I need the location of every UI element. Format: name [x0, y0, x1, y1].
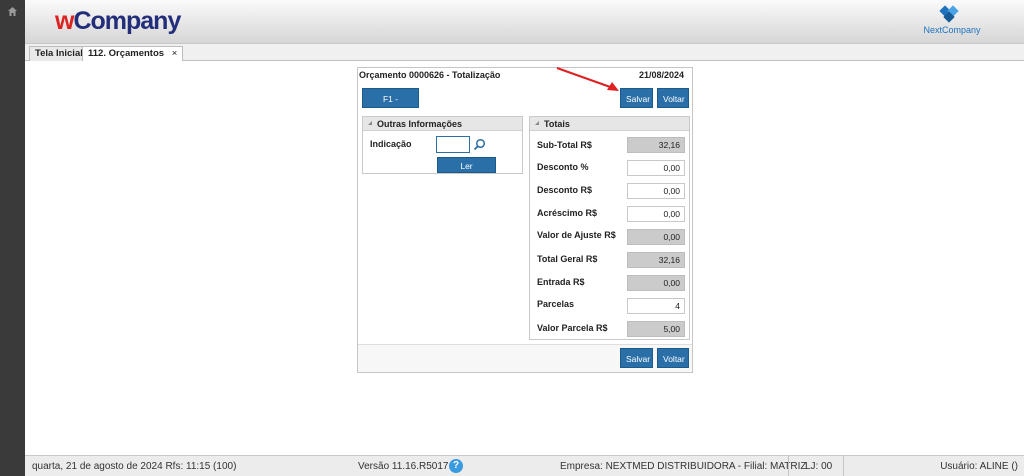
app-header: wCompany NextCompany [25, 0, 1024, 44]
left-rail [0, 0, 25, 476]
acrescimo-field[interactable]: 0,00 [627, 206, 685, 222]
valor-ajuste-label: Valor de Ajuste R$ [537, 230, 616, 240]
totais-section: Totais Sub-Total R$ 32,16 Desconto % 0,0… [529, 116, 690, 340]
parcelas-field[interactable]: 4 [627, 298, 685, 314]
status-lj: LJ: 00 [805, 461, 833, 472]
entrada-field: 0,00 [627, 275, 685, 291]
brand-w: w [55, 7, 74, 35]
brand-rest: Company [73, 7, 181, 35]
nextcompany-diamonds-icon [939, 5, 959, 23]
subtotal-label: Sub-Total R$ [537, 140, 592, 150]
close-icon[interactable]: × [172, 48, 178, 59]
nextcompany-text: NextCompany [923, 25, 981, 35]
desconto-rs-label: Desconto R$ [537, 185, 593, 195]
section-title: Totais [544, 119, 570, 129]
status-divider [788, 456, 789, 476]
tab-label: 112. Orçamentos [88, 48, 165, 59]
valor-parcela-field: 5,00 [627, 321, 685, 337]
status-bar: quarta, 21 de agosto de 2024 Rfs: 11:15 … [25, 455, 1024, 476]
desconto-pct-field[interactable]: 0,00 [627, 160, 685, 176]
wcompany-logo: wCompany [55, 7, 181, 36]
valor-ajuste-field: 0,00 [627, 229, 685, 245]
total-geral-label: Total Geral R$ [537, 254, 598, 264]
tab-label: Tela Inicial [35, 48, 83, 59]
status-empresa: Empresa: NEXTMED DISTRIBUIDORA - Filial:… [560, 461, 807, 472]
save-button-top[interactable]: Salvar [620, 88, 653, 108]
entrada-label: Entrada R$ [537, 277, 585, 287]
indicacao-input[interactable] [436, 136, 470, 153]
section-header[interactable]: Outras Informações [363, 117, 522, 131]
funcoes-button[interactable]: F1 - Funções [362, 88, 419, 124]
total-geral-field: 32,16 [627, 252, 685, 268]
collapse-triangle-icon[interactable] [535, 121, 539, 125]
save-button-bottom[interactable]: Salvar [620, 348, 653, 368]
tab-orcamentos[interactable]: 112. Orçamentos × [82, 46, 184, 61]
status-divider [843, 456, 844, 476]
panel-title: Orçamento 0000626 - Totalização [359, 70, 501, 80]
desconto-rs-field[interactable]: 0,00 [627, 183, 685, 199]
acrescimo-label: Acréscimo R$ [537, 208, 598, 218]
back-button-top[interactable]: Voltar [657, 88, 689, 108]
collapse-triangle-icon[interactable] [368, 121, 372, 125]
tab-tela-inicial[interactable]: Tela Inicial [29, 46, 89, 61]
totalizacao-panel: Orçamento 0000626 - Totalização 21/08/20… [357, 67, 693, 373]
tab-bar: Tela Inicial 112. Orçamentos × [25, 44, 1024, 61]
panel-date: 21/08/2024 [638, 70, 684, 80]
section-title: Outras Informações [377, 119, 463, 129]
status-datetime: quarta, 21 de agosto de 2024 Rfs: 11:15 … [32, 461, 237, 472]
help-icon[interactable]: ? [449, 459, 463, 473]
read-biometrics-button[interactable]: Ler biometria [437, 157, 496, 187]
indicacao-label: Indicação [370, 139, 412, 149]
desconto-pct-label: Desconto % [537, 162, 589, 172]
section-header[interactable]: Totais [530, 117, 689, 131]
subtotal-field: 32,16 [627, 137, 685, 153]
status-usuario: Usuário: ALINE () [940, 461, 1018, 472]
parcelas-label: Parcelas [537, 299, 575, 309]
nextcompany-logo: NextCompany [922, 5, 982, 39]
outras-informacoes-section: Outras Informações Indicação Ler biometr… [362, 116, 523, 187]
status-version: Versão 11.16.R5017 [358, 461, 449, 472]
annotation-arrow-icon [556, 67, 619, 91]
home-icon[interactable] [7, 6, 18, 17]
search-icon[interactable] [473, 138, 486, 151]
valor-parcela-label: Valor Parcela R$ [537, 323, 608, 333]
back-button-bottom[interactable]: Voltar [657, 348, 689, 368]
